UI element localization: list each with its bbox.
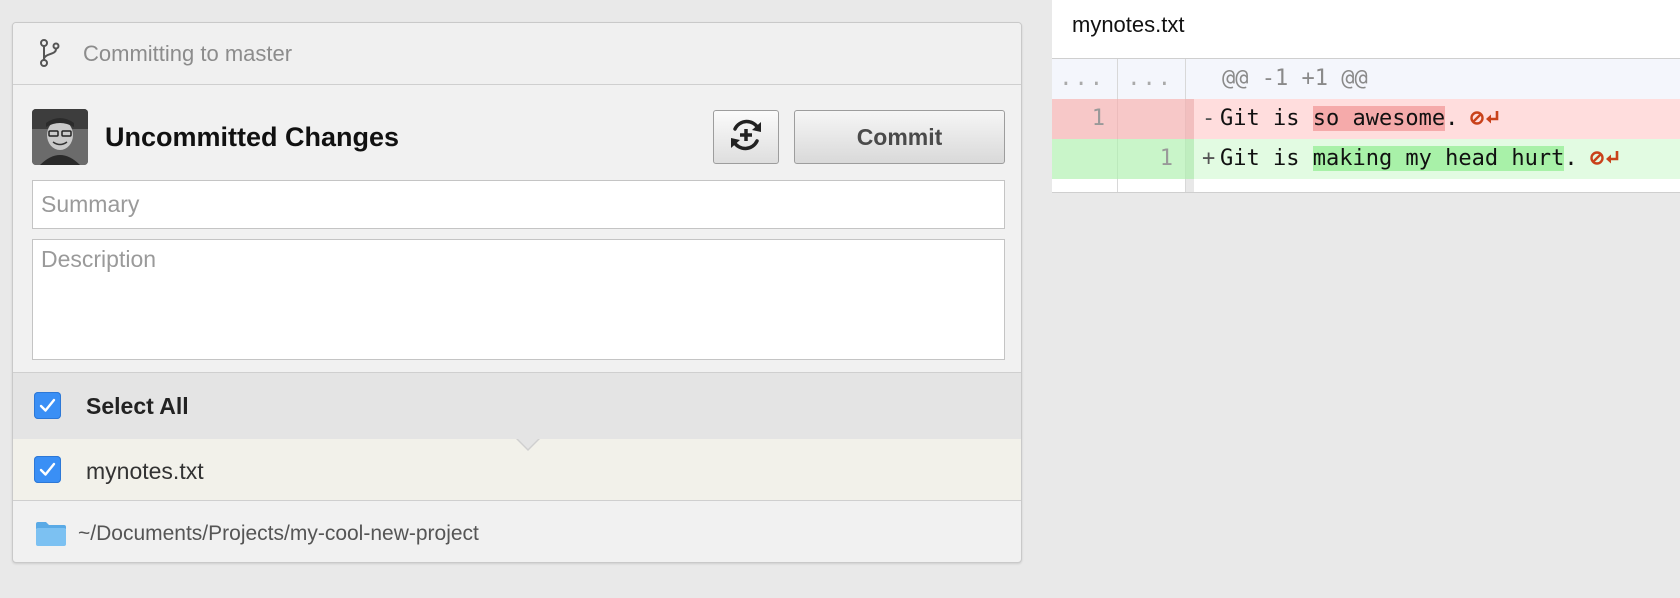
diff-filename: mynotes.txt bbox=[1072, 12, 1185, 37]
new-line-number: 1 bbox=[1118, 139, 1186, 179]
gutter-bar bbox=[1186, 59, 1194, 99]
branch-icon bbox=[39, 39, 61, 67]
file-checkbox[interactable] bbox=[34, 456, 61, 483]
code-unchanged: . bbox=[1564, 146, 1578, 171]
old-line-gutter bbox=[1052, 179, 1118, 192]
repo-path: ~/Documents/Projects/my-cool-new-project bbox=[78, 522, 479, 545]
added-line-row[interactable]: 1 + Git is making my head hurt. bbox=[1052, 139, 1680, 179]
hunk-header-row: ... ... @@ -1 +1 @@ bbox=[1052, 59, 1680, 99]
diff-spacer-row bbox=[1052, 179, 1680, 192]
hunk-header: @@ -1 +1 @@ bbox=[1222, 66, 1368, 91]
deleted-line-row[interactable]: 1 - Git is so awesome. bbox=[1052, 99, 1680, 139]
old-line-gutter: ... bbox=[1052, 59, 1118, 99]
code-unchanged: Git is bbox=[1220, 106, 1313, 131]
new-line-gutter: ... bbox=[1118, 59, 1186, 99]
checkmark-icon bbox=[39, 398, 56, 412]
diff-view: ... ... @@ -1 +1 @@ 1 - Git is so awesome… bbox=[1052, 59, 1680, 193]
select-all-label: Select All bbox=[86, 393, 189, 419]
old-line-number: 1 bbox=[1052, 99, 1118, 139]
code-added-highlight: making my head hurt bbox=[1312, 146, 1565, 171]
uncommitted-changes-title: Uncommitted Changes bbox=[105, 122, 400, 152]
deletion-sign: - bbox=[1202, 106, 1216, 131]
description-field[interactable] bbox=[32, 239, 1005, 360]
branch-bar[interactable]: Committing to master bbox=[13, 23, 1021, 85]
added-line-code: + Git is making my head hurt. bbox=[1202, 139, 1620, 179]
deleted-line-code: - Git is so awesome. bbox=[1202, 99, 1500, 139]
summary-input[interactable] bbox=[32, 180, 1005, 229]
gutter-bar bbox=[1186, 139, 1194, 179]
old-line-number bbox=[1052, 139, 1118, 179]
checkmark-icon bbox=[39, 462, 56, 476]
no-newline-eol-icon bbox=[1470, 99, 1500, 139]
avatar bbox=[32, 109, 88, 165]
new-line-gutter bbox=[1118, 179, 1186, 192]
repo-path-row[interactable]: ~/Documents/Projects/my-cool-new-project bbox=[13, 501, 1021, 562]
gutter-bar bbox=[1186, 179, 1194, 192]
commit-button[interactable]: Commit bbox=[794, 110, 1005, 164]
sync-button[interactable] bbox=[713, 110, 779, 164]
code-unchanged: Git is bbox=[1220, 146, 1313, 171]
folder-icon bbox=[35, 521, 67, 552]
no-newline-eol-icon bbox=[1589, 139, 1620, 179]
gutter-bar bbox=[1186, 99, 1194, 139]
branch-label: Committing to master bbox=[83, 41, 293, 66]
sync-add-icon bbox=[727, 116, 765, 159]
addition-sign: + bbox=[1202, 146, 1216, 171]
diff-header: mynotes.txt bbox=[1052, 0, 1680, 59]
file-name: mynotes.txt bbox=[86, 458, 204, 484]
select-all-checkbox[interactable] bbox=[34, 392, 61, 419]
new-line-number bbox=[1118, 99, 1186, 139]
select-all-row[interactable]: Select All bbox=[13, 372, 1021, 440]
selection-pointer bbox=[517, 438, 539, 449]
commit-panel: Committing to master Uncommitted Changes bbox=[12, 22, 1022, 563]
code-removed-highlight: so awesome bbox=[1312, 106, 1446, 131]
code-unchanged: . bbox=[1445, 106, 1459, 131]
